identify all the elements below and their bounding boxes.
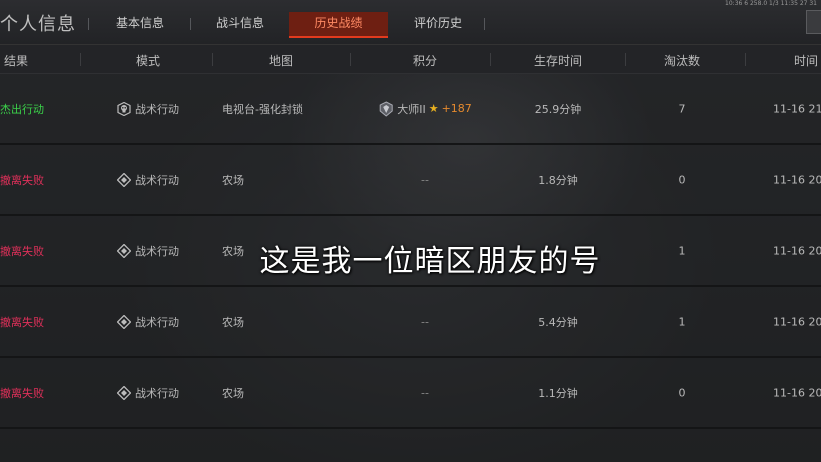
result-label: 撤离失败 bbox=[0, 173, 44, 187]
result-label: 撤离失败 bbox=[0, 386, 44, 400]
kills-count: 1 bbox=[678, 315, 686, 328]
star-icon: ★ bbox=[428, 102, 439, 115]
rank-badge-icon bbox=[379, 100, 393, 117]
tab-divider bbox=[484, 18, 485, 30]
mode-cell: 战术行动 bbox=[117, 172, 179, 188]
diamond-icon bbox=[117, 314, 131, 329]
table-header: 结果 模式 地图 积分 生存时间 淘汰数 时间 bbox=[0, 44, 821, 74]
match-time: 11-16 20 bbox=[773, 315, 821, 328]
survival-time: 5.4分钟 bbox=[538, 315, 578, 329]
mode-label: 战术行动 bbox=[135, 386, 179, 400]
result-label: 撤离失败 bbox=[0, 315, 44, 329]
mode-cell: 战术行动 bbox=[117, 385, 179, 401]
match-time: 11-16 21 bbox=[773, 102, 821, 115]
score-delta: +187 bbox=[441, 102, 472, 115]
diamond-icon bbox=[117, 172, 131, 187]
column-header-result: 结果 bbox=[3, 54, 29, 68]
result-label: 杰出行动 bbox=[0, 102, 44, 116]
mode-cell: 战术行动 bbox=[117, 101, 179, 117]
map-label: 农场 bbox=[222, 173, 244, 187]
kills-count: 0 bbox=[678, 386, 686, 399]
rank-label: 大师II bbox=[397, 102, 426, 116]
status-readout: 10:36 6 258.0 1/3 11:35 27 31 bbox=[725, 0, 817, 7]
tab-review-history[interactable]: 评价历史 bbox=[398, 12, 478, 36]
video-subtitle: 这是我一位暗区朋友的号 bbox=[259, 244, 601, 279]
skull-icon bbox=[117, 101, 131, 116]
mode-cell: 战术行动 bbox=[117, 314, 179, 330]
mode-label: 战术行动 bbox=[135, 315, 179, 329]
score-delta: -- bbox=[421, 173, 429, 186]
tab-match-history[interactable]: 历史战绩 bbox=[289, 12, 388, 38]
match-time: 11-16 20 bbox=[773, 386, 821, 399]
column-header-time: 时间 bbox=[793, 54, 819, 68]
tab-basic-info[interactable]: 基本信息 bbox=[100, 12, 180, 36]
column-divider bbox=[212, 53, 213, 66]
map-label: 农场 bbox=[222, 315, 244, 329]
tab-battle-info[interactable]: 战斗信息 bbox=[200, 12, 280, 36]
table-row bbox=[0, 429, 821, 462]
mode-label: 战术行动 bbox=[135, 102, 179, 116]
column-divider bbox=[745, 53, 746, 66]
score-delta: -- bbox=[421, 315, 429, 328]
column-header-score: 积分 bbox=[412, 54, 438, 68]
survival-time: 1.1分钟 bbox=[538, 386, 578, 400]
table-row[interactable]: 撤离失败 战术行动 农场 -- 5.4分钟 1 11-16 20 bbox=[0, 287, 821, 358]
kills-count: 7 bbox=[678, 102, 686, 115]
page-title: 个人信息 bbox=[0, 14, 76, 35]
table-row[interactable]: 撤离失败 战术行动 农场 -- 1.8分钟 0 11-16 20 bbox=[0, 145, 821, 216]
corner-button[interactable] bbox=[806, 10, 821, 34]
column-divider bbox=[80, 53, 81, 66]
column-divider bbox=[625, 53, 626, 66]
table-row[interactable]: 杰出行动 战术行动 电视台-强化封锁 大师II ★ +187 25.9分钟 7 … bbox=[0, 74, 821, 145]
survival-time: 1.8分钟 bbox=[538, 173, 578, 187]
column-header-map: 地图 bbox=[268, 54, 294, 68]
diamond-icon bbox=[117, 385, 131, 400]
map-label: 电视台-强化封锁 bbox=[222, 102, 303, 116]
kills-count: 0 bbox=[678, 173, 686, 186]
match-time: 11-16 20 bbox=[773, 173, 821, 186]
survival-time: 25.9分钟 bbox=[534, 102, 582, 116]
table-row[interactable]: 撤离失败 战术行动 农场 -- 1.1分钟 0 11-16 20 bbox=[0, 358, 821, 429]
top-bar: 个人信息 基本信息 战斗信息 历史战绩 评价历史 10:36 6 258.0 1… bbox=[0, 0, 821, 44]
column-header-mode: 模式 bbox=[135, 54, 161, 68]
mode-label: 战术行动 bbox=[135, 173, 179, 187]
score-delta: -- bbox=[421, 386, 429, 399]
map-label: 农场 bbox=[222, 386, 244, 400]
tab-divider bbox=[190, 18, 191, 30]
column-divider bbox=[490, 53, 491, 66]
score-cell: 大师II ★ +187 bbox=[378, 100, 472, 117]
column-header-kills: 淘汰数 bbox=[663, 54, 701, 68]
tab-divider bbox=[88, 18, 89, 30]
column-header-survival: 生存时间 bbox=[533, 54, 583, 68]
column-divider bbox=[350, 53, 351, 66]
